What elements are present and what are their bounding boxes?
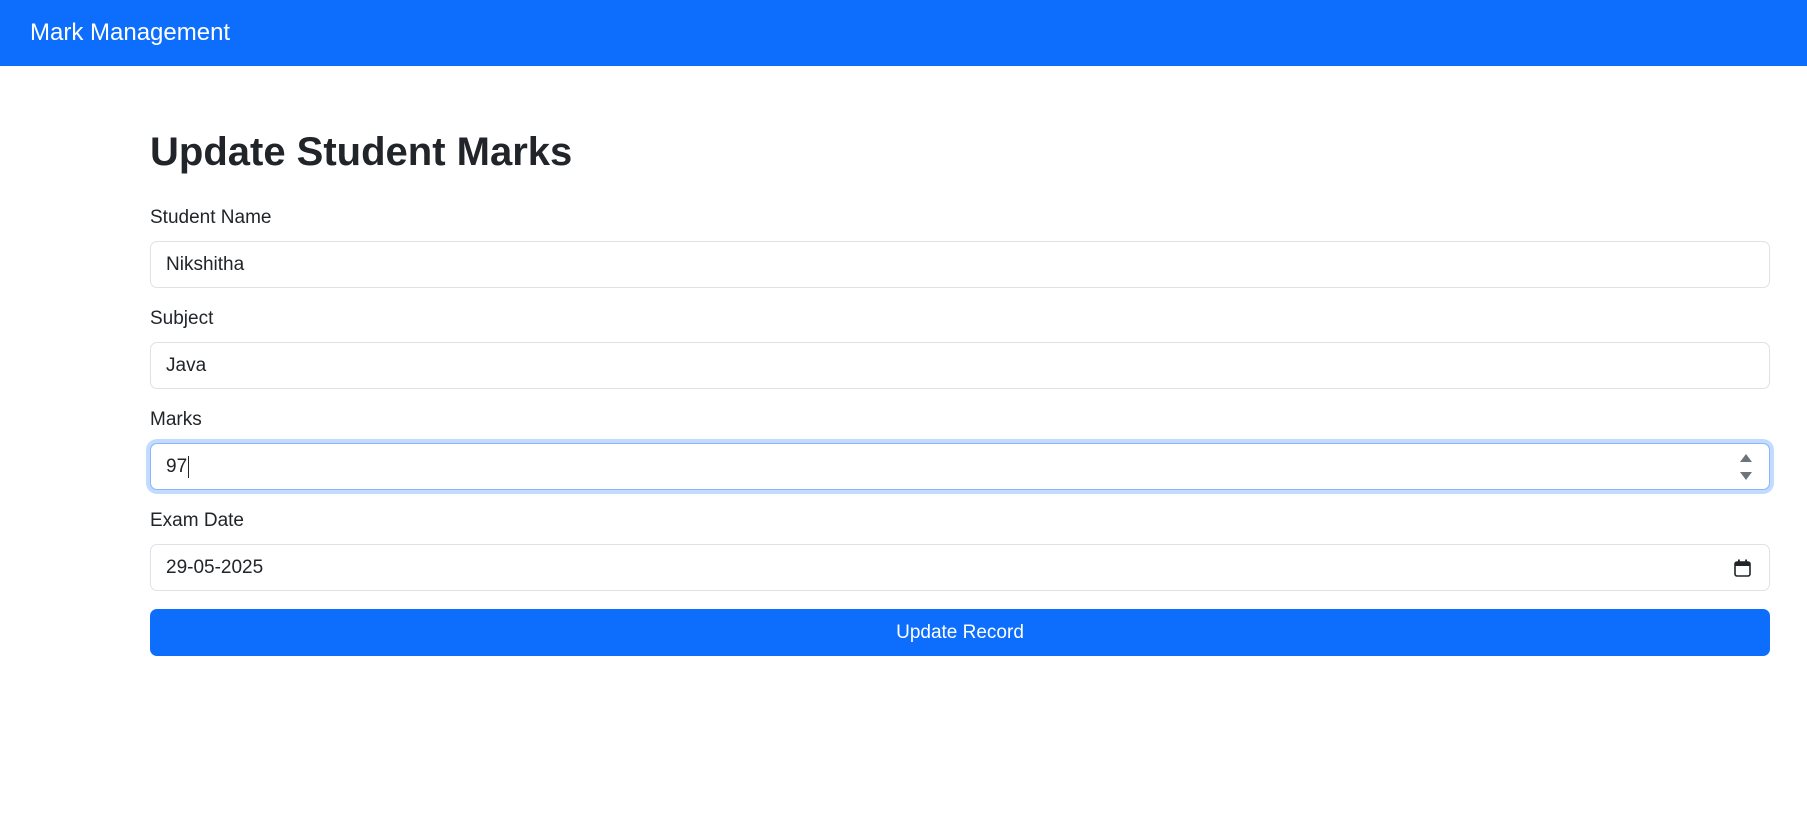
student-name-input[interactable]: Nikshitha — [150, 241, 1770, 288]
text-caret — [188, 455, 190, 478]
marks-input[interactable]: 97 — [150, 443, 1770, 490]
subject-label: Subject — [150, 308, 214, 329]
subject-input[interactable]: Java — [150, 342, 1770, 389]
spin-down-icon[interactable] — [1740, 472, 1752, 480]
number-spinner-icon[interactable] — [1739, 454, 1753, 480]
student-name-label: Student Name — [150, 207, 272, 228]
student-name-value: Nikshitha — [166, 253, 245, 275]
calendar-icon[interactable] — [1734, 559, 1751, 577]
marks-label: Marks — [150, 409, 202, 430]
spin-up-icon[interactable] — [1740, 454, 1752, 462]
exam-date-label: Exam Date — [150, 510, 244, 531]
navbar-brand[interactable]: Mark Management — [30, 19, 230, 47]
exam-date-group: Exam Date 29-05-2025 — [150, 508, 1770, 591]
main-content: Update Student Marks Student Name Nikshi… — [150, 126, 1770, 656]
subject-value: Java — [166, 354, 207, 376]
marks-value: 97 — [166, 455, 188, 477]
page-title: Update Student Marks — [150, 130, 573, 174]
exam-date-value: 29-05-2025 — [166, 556, 264, 578]
update-record-button[interactable]: Update Record — [150, 609, 1770, 656]
marks-group: Marks 97 — [150, 407, 1770, 490]
navbar: Mark Management — [0, 0, 1807, 66]
exam-date-input[interactable]: 29-05-2025 — [150, 544, 1770, 591]
update-marks-form: Student Name Nikshitha Subject Java Mark… — [150, 205, 1770, 656]
subject-group: Subject Java — [150, 306, 1770, 389]
student-name-group: Student Name Nikshitha — [150, 205, 1770, 288]
